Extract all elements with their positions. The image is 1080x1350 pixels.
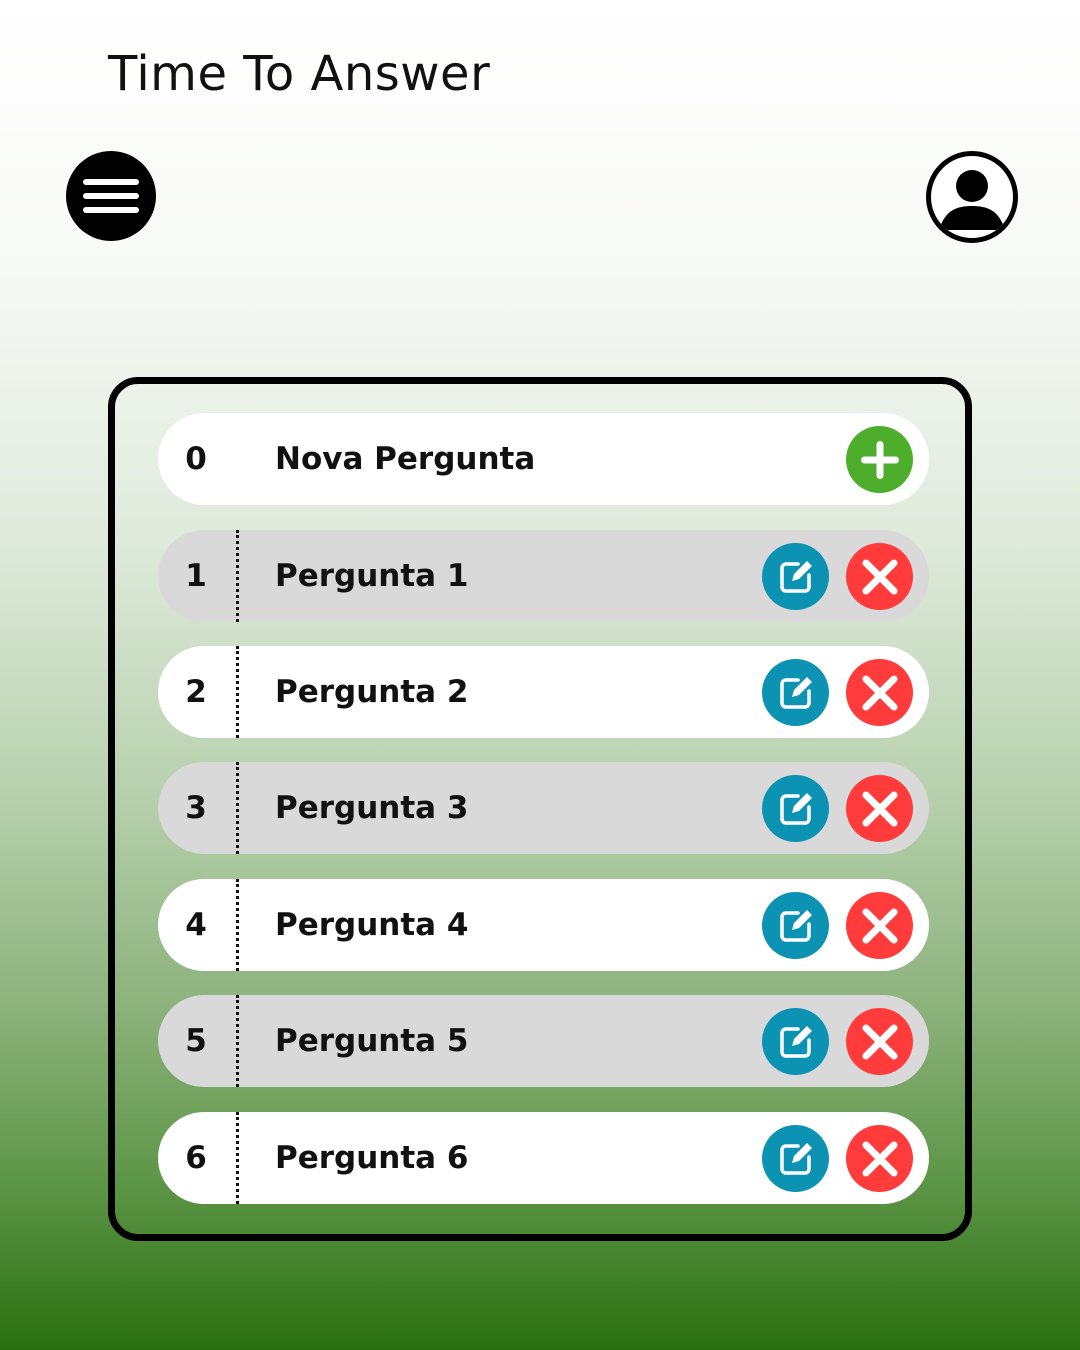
question-row[interactable]: 1 Pergunta 1 [158, 530, 929, 622]
question-row[interactable]: 4 Pergunta 4 [158, 879, 929, 971]
edit-question-button[interactable] [762, 892, 829, 959]
app-title: Time To Answer [108, 46, 491, 102]
question-row[interactable]: 2 Pergunta 2 [158, 646, 929, 738]
row-divider [236, 879, 239, 971]
edit-icon [779, 560, 812, 593]
edit-question-button[interactable] [762, 1008, 829, 1075]
close-icon [862, 1024, 897, 1059]
row-number: 4 [185, 907, 207, 943]
close-icon [862, 908, 897, 943]
delete-question-button[interactable] [846, 659, 913, 726]
new-question-row[interactable]: 0 Nova Pergunta [158, 413, 929, 505]
close-icon [862, 675, 897, 710]
row-divider [236, 995, 239, 1087]
row-label: Pergunta 1 [275, 558, 469, 594]
row-divider [236, 762, 239, 854]
row-label: Pergunta 5 [275, 1023, 469, 1059]
user-profile-icon [939, 170, 1005, 230]
row-label: Nova Pergunta [275, 441, 536, 477]
close-icon [862, 1141, 897, 1176]
delete-question-button[interactable] [846, 543, 913, 610]
row-label: Pergunta 3 [275, 790, 469, 826]
question-row[interactable]: 3 Pergunta 3 [158, 762, 929, 854]
delete-question-button[interactable] [846, 1008, 913, 1075]
edit-icon [779, 1025, 812, 1058]
close-icon [862, 559, 897, 594]
menu-button[interactable] [66, 151, 156, 241]
hamburger-menu-icon [83, 179, 139, 213]
add-question-button[interactable] [846, 426, 913, 493]
row-label: Pergunta 4 [275, 907, 469, 943]
row-number: 5 [185, 1023, 207, 1059]
row-divider [236, 646, 239, 738]
edit-icon [779, 792, 812, 825]
edit-question-button[interactable] [762, 775, 829, 842]
edit-question-button[interactable] [762, 1125, 829, 1192]
question-row[interactable]: 6 Pergunta 6 [158, 1112, 929, 1204]
delete-question-button[interactable] [846, 892, 913, 959]
row-number: 1 [185, 558, 207, 594]
delete-question-button[interactable] [846, 775, 913, 842]
edit-icon [779, 909, 812, 942]
row-number: 2 [185, 674, 207, 710]
questions-panel: 0 Nova Pergunta 1 Pergunta 1 2 Pergunta [108, 377, 972, 1241]
row-number: 0 [185, 441, 207, 477]
row-label: Pergunta 6 [275, 1140, 469, 1176]
plus-icon [860, 440, 899, 479]
close-icon [862, 791, 897, 826]
edit-icon [779, 1142, 812, 1175]
edit-question-button[interactable] [762, 659, 829, 726]
edit-icon [779, 676, 812, 709]
edit-question-button[interactable] [762, 543, 829, 610]
profile-button[interactable] [926, 151, 1018, 243]
row-number: 3 [185, 790, 207, 826]
delete-question-button[interactable] [846, 1125, 913, 1192]
question-row[interactable]: 5 Pergunta 5 [158, 995, 929, 1087]
row-label: Pergunta 2 [275, 674, 469, 710]
row-number: 6 [185, 1140, 207, 1176]
row-divider [236, 1112, 239, 1204]
row-divider [236, 530, 239, 622]
